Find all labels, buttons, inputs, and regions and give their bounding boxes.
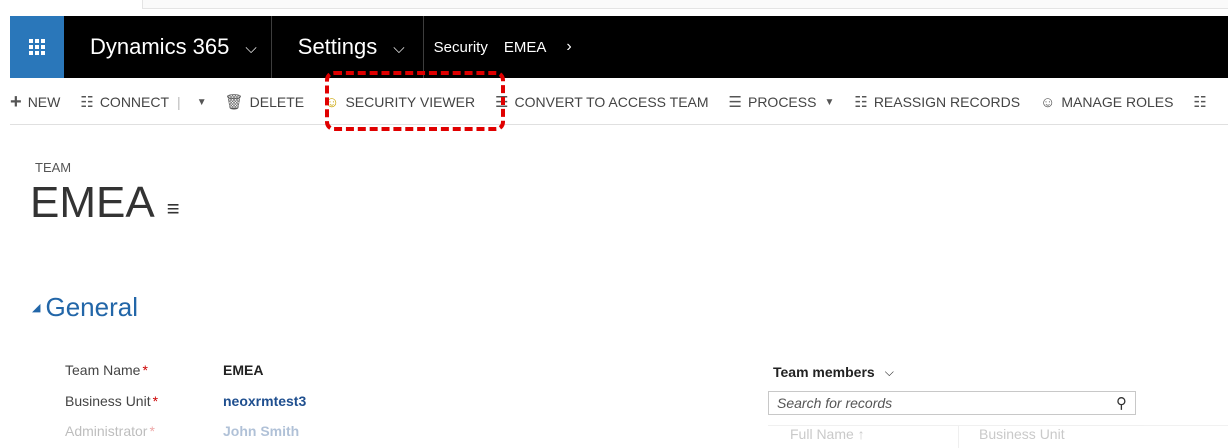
field-label: Business Unit * — [65, 393, 159, 409]
search-icon[interactable]: ⚲ — [1116, 394, 1127, 412]
required-asterisk: * — [142, 362, 148, 378]
area-name: Settings — [297, 34, 378, 59]
roles-icon: ☺ — [1040, 93, 1056, 111]
chevron-down-icon: ⌵ — [245, 40, 257, 57]
process-icon: ☰ — [728, 94, 742, 111]
chevron-down-icon: ⌵ — [393, 40, 405, 57]
team-members-header[interactable]: Team members ⌵ — [773, 364, 894, 380]
form-selector-icon[interactable]: ≡ — [167, 196, 180, 222]
field-administrator: Administrator * John Smith — [65, 423, 299, 439]
section-header-general[interactable]: ◢ General — [32, 292, 138, 323]
manage-roles-button[interactable]: ☺ MANAGE ROLES — [1040, 94, 1173, 111]
chevron-down-icon: ⌵ — [884, 364, 894, 379]
field-label: Team Name * — [65, 362, 148, 378]
convert-to-access-team-button[interactable]: ☰ CONVERT TO ACCESS TEAM — [495, 93, 708, 111]
security-viewer-button[interactable]: ☺ SECURITY VIEWER — [324, 94, 475, 111]
connect-button[interactable]: ☷ CONNECT | — [80, 93, 186, 111]
required-asterisk: * — [149, 423, 155, 439]
command-bar: + NEW ☷ CONNECT | ▼ 🗑 DELETE ☺ SECURITY … — [10, 80, 1228, 125]
process-button[interactable]: ☰ PROCESS ▼ — [729, 93, 835, 111]
overflow-command-button[interactable]: ☷ — [1193, 93, 1212, 111]
reassign-icon: ☷ — [854, 94, 868, 111]
divider: | — [177, 94, 181, 110]
required-asterisk: * — [152, 393, 159, 409]
field-label: Administrator * — [65, 423, 155, 439]
connect-icon: ☷ — [80, 94, 94, 111]
process-label: PROCESS — [747, 94, 817, 110]
breadcrumb: Security EMEA › — [424, 16, 572, 78]
reassign-records-button[interactable]: ☷ REASSIGN RECORDS — [854, 93, 1020, 111]
app-name: Dynamics 365 — [90, 34, 230, 59]
business-unit-link[interactable]: neoxrmtest3 — [223, 393, 306, 409]
app-name-menu[interactable]: Dynamics 365 ⌵ — [64, 16, 271, 78]
administrator-link[interactable]: John Smith — [223, 423, 299, 439]
caret-down-icon: ▼ — [824, 96, 835, 108]
top-navigation-bar: Dynamics 365 ⌵ Settings ⌵ Security EMEA … — [10, 16, 1228, 78]
delete-button[interactable]: 🗑 DELETE — [225, 93, 305, 111]
record-title: EMEA ≡ — [30, 178, 180, 228]
settings-menu[interactable]: Settings ⌵ — [270, 16, 424, 78]
delete-label: DELETE — [249, 94, 305, 110]
chevron-right-icon[interactable]: › — [566, 38, 571, 56]
new-label: NEW — [27, 94, 61, 110]
entity-label: TEAM — [35, 160, 72, 175]
field-team-name: Team Name * EMEA — [65, 362, 263, 378]
section-title: General — [45, 292, 138, 322]
breadcrumb-section[interactable]: Security — [434, 39, 488, 56]
convert-label: CONVERT TO ACCESS TEAM — [514, 94, 709, 110]
breadcrumb-record[interactable]: EMEA — [504, 39, 547, 56]
search-records-box: ⚲ — [768, 391, 1136, 415]
security-viewer-label: SECURITY VIEWER — [345, 94, 476, 110]
browser-bar — [142, 0, 1228, 9]
browser-top-strip — [0, 0, 1228, 14]
team-name-value[interactable]: EMEA — [223, 362, 263, 378]
manage-roles-label: MANAGE ROLES — [1061, 94, 1174, 110]
plus-icon: + — [10, 90, 22, 113]
user-icon: ☷ — [1193, 94, 1207, 111]
security-viewer-icon: ☺ — [324, 93, 340, 111]
connect-dropdown-icon[interactable]: ▼ — [197, 97, 207, 108]
new-button[interactable]: + NEW — [10, 91, 60, 114]
search-input[interactable] — [775, 394, 1079, 412]
trash-icon: 🗑 — [224, 94, 244, 111]
connect-label: CONNECT — [99, 94, 170, 110]
subgrid-title: Team members — [773, 364, 875, 380]
waffle-icon — [29, 39, 45, 55]
convert-icon: ☰ — [495, 94, 509, 111]
collapse-triangle-icon: ◢ — [32, 302, 41, 314]
field-business-unit: Business Unit * neoxrmtest3 — [65, 393, 306, 409]
app-launcher-button[interactable] — [10, 16, 64, 78]
reassign-label: REASSIGN RECORDS — [873, 94, 1021, 110]
record-title-text: EMEA — [30, 178, 155, 227]
